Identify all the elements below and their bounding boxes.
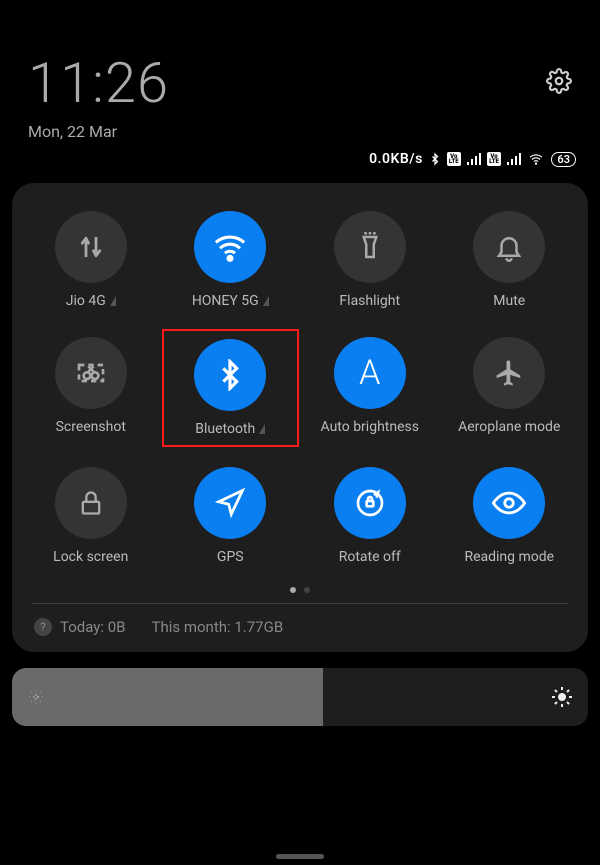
help-icon: ? (34, 618, 52, 636)
tile-label: Rotate off (339, 549, 401, 565)
status-bar: 0.0KB/s VoLTE VoLTE 63 (0, 151, 600, 177)
tile-gps[interactable]: GPS (162, 459, 300, 573)
page-indicator (22, 587, 578, 593)
gear-icon (546, 68, 572, 94)
brightness-fill (12, 668, 323, 726)
wifi-status-icon (527, 152, 545, 166)
tile-rotate-off[interactable]: Rotate off (301, 459, 439, 573)
tile-label: Reading mode (464, 549, 554, 565)
date-label: Mon, 22 Mar (28, 122, 169, 141)
tile-screenshot[interactable]: Screenshot (22, 329, 160, 447)
tile-mobile-data[interactable]: Jio 4G (22, 203, 160, 317)
tile-aeroplane-mode[interactable]: Aeroplane mode (441, 329, 579, 447)
brightness-slider[interactable] (12, 668, 588, 726)
tile-bluetooth[interactable]: Bluetooth (162, 329, 300, 447)
tile-label: GPS (217, 549, 244, 565)
battery-indicator: 63 (551, 152, 576, 167)
tiles-grid: Jio 4G HONEY 5G Flashlight Mute Screensh… (22, 203, 578, 573)
tile-label: Jio 4G (66, 293, 106, 309)
expand-icon (263, 296, 269, 306)
tile-label: Screenshot (56, 419, 126, 435)
tile-label: Mute (493, 293, 525, 309)
tile-label: Flashlight (339, 293, 400, 309)
airplane-icon (494, 358, 524, 388)
tile-wifi[interactable]: HONEY 5G (162, 203, 300, 317)
rotate-lock-icon (354, 487, 386, 519)
volte-icon-1: VoLTE (447, 152, 461, 166)
tile-label: Aeroplane mode (458, 419, 560, 435)
auto-brightness-icon: A (359, 353, 380, 393)
tile-flashlight[interactable]: Flashlight (301, 203, 439, 317)
usage-today: Today: 0B (60, 618, 126, 636)
tile-mute[interactable]: Mute (441, 203, 579, 317)
tile-lock-screen[interactable]: Lock screen (22, 459, 160, 573)
tile-label: HONEY 5G (192, 293, 259, 309)
brightness-low-icon (26, 687, 46, 707)
page-dot-2 (304, 587, 310, 593)
gps-icon (215, 488, 245, 518)
network-speed: 0.0KB/s (369, 151, 423, 167)
tile-label: Lock screen (53, 549, 128, 565)
quick-settings-panel: Jio 4G HONEY 5G Flashlight Mute Screensh… (12, 183, 588, 652)
tile-reading-mode[interactable]: Reading mode (441, 459, 579, 573)
bluetooth-status-icon (429, 151, 441, 167)
wifi-icon (213, 230, 247, 264)
tile-label: Bluetooth (195, 421, 255, 437)
volte-icon-2: VoLTE (487, 152, 501, 166)
tile-label: Auto brightness (321, 419, 419, 435)
usage-month: This month: 1.77GB (152, 618, 284, 636)
eye-icon (492, 486, 526, 520)
expand-icon (110, 296, 116, 306)
data-usage-row[interactable]: ? Today: 0B This month: 1.77GB (22, 610, 578, 638)
divider (32, 603, 568, 604)
settings-button[interactable] (546, 68, 572, 94)
signal-icon-1 (467, 153, 482, 165)
home-handle[interactable] (276, 854, 324, 859)
expand-icon (259, 424, 265, 434)
clock-time: 11:26 (28, 50, 169, 116)
lock-icon (77, 489, 105, 517)
page-dot-1 (290, 587, 296, 593)
bell-icon (494, 232, 524, 262)
signal-icon-2 (507, 153, 522, 165)
tile-auto-brightness[interactable]: A Auto brightness (301, 329, 439, 447)
flashlight-icon (355, 232, 385, 262)
brightness-high-icon (550, 685, 574, 709)
data-swap-icon (76, 232, 106, 262)
bluetooth-icon (214, 359, 246, 391)
screenshot-icon (75, 357, 107, 389)
